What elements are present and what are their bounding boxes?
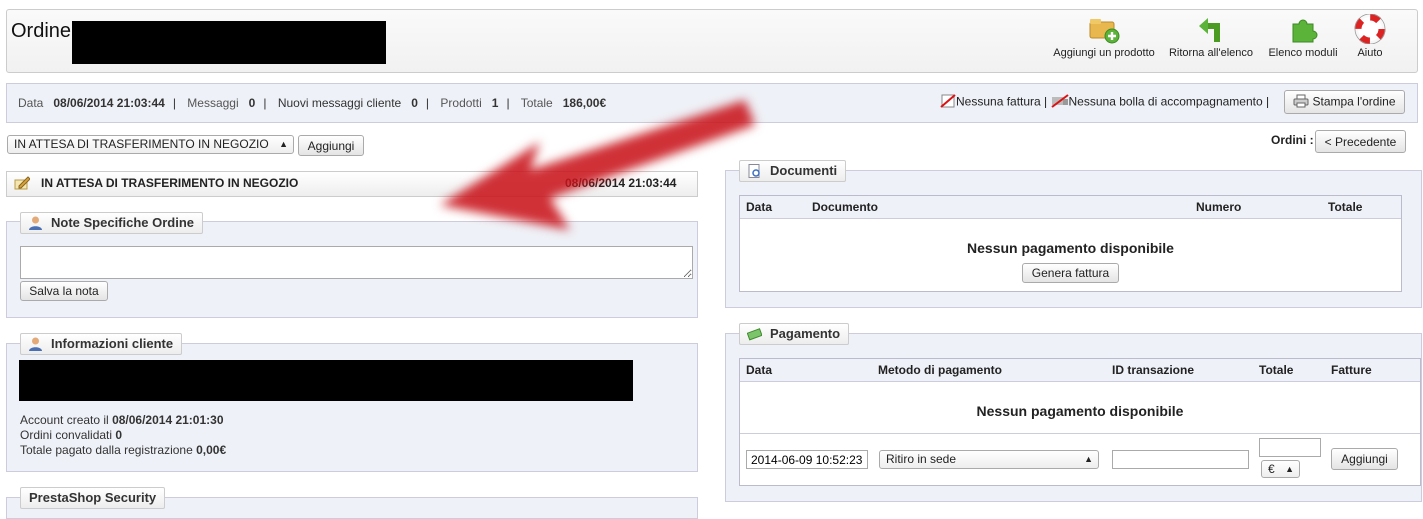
help-button[interactable]: Aiuto xyxy=(1352,13,1388,59)
page-title: Ordine xyxy=(11,20,72,42)
column-date: Data xyxy=(746,363,773,377)
column-invoices: Fatture xyxy=(1331,363,1372,377)
current-status-date: 08/06/2014 21:03:44 xyxy=(565,176,677,190)
products-label: Prodotti xyxy=(440,96,482,110)
order-summary: Data 08/06/2014 21:03:44 | Messaggi 0 | Nu… xyxy=(18,96,607,110)
order-notes-legend: Note Specifiche Ordine xyxy=(20,212,204,234)
payment-method-value: Ritiro in sede xyxy=(886,452,957,466)
documents-legend: Documenti xyxy=(739,160,847,182)
select-arrows-icon: ▲ xyxy=(279,139,288,149)
previous-order-button[interactable]: < Precedente xyxy=(1315,130,1406,153)
no-invoice-icon xyxy=(940,94,956,111)
validated-orders-row: Ordini convalidati 0 xyxy=(20,428,226,443)
payment-table-header: Data Metodo di pagamento ID transazione … xyxy=(740,359,1420,382)
print-order-button[interactable]: Stampa l'ordine xyxy=(1284,90,1405,114)
transaction-id-input[interactable] xyxy=(1112,450,1249,469)
account-created-label: Account creato il xyxy=(20,413,109,427)
save-note-button[interactable]: Salva la nota xyxy=(20,281,108,301)
user-icon xyxy=(28,216,43,230)
puzzle-icon xyxy=(1287,14,1319,44)
lifebuoy-icon xyxy=(1354,13,1386,45)
current-status-label: IN ATTESA DI TRASFERIMENTO IN NEGOZIO xyxy=(41,176,299,190)
select-arrows-icon: ▲ xyxy=(1084,454,1093,464)
add-status-button[interactable]: Aggiungi xyxy=(298,135,364,156)
total-paid-value: 0,00€ xyxy=(196,443,227,457)
generate-invoice-button[interactable]: Genera fattura xyxy=(1022,263,1119,283)
redacted-order-id xyxy=(72,21,386,64)
column-document: Documento xyxy=(812,200,878,214)
products-value: 1 xyxy=(491,96,499,110)
add-payment-button[interactable]: Aggiungi xyxy=(1331,448,1398,470)
payment-legend: Pagamento xyxy=(739,323,850,345)
printer-icon xyxy=(1293,94,1309,111)
customer-stats: Account creato il 08/06/2014 21:01:30 Or… xyxy=(20,413,226,458)
print-order-label: Stampa l'ordine xyxy=(1312,94,1396,109)
back-to-list-label: Ritorna all'elenco xyxy=(1168,47,1254,59)
redacted-customer-name xyxy=(19,360,633,401)
currency-select[interactable]: € ▲ xyxy=(1261,460,1300,478)
customer-info-legend: Informazioni cliente xyxy=(20,333,183,355)
payment-amount-input[interactable] xyxy=(1259,438,1321,457)
payment-method-select[interactable]: Ritiro in sede ▲ xyxy=(879,450,1099,469)
total-label: Totale xyxy=(520,96,553,110)
total-paid-label: Totale pagato dalla registrazione xyxy=(20,443,193,457)
add-product-label: Aggiungi un prodotto xyxy=(1053,47,1155,59)
modules-list-label: Elenco moduli xyxy=(1268,47,1338,59)
add-product-button[interactable]: Aggiungi un prodotto xyxy=(1050,14,1158,59)
documents-title: Documenti xyxy=(770,163,838,178)
add-product-icon xyxy=(1088,14,1120,44)
total-value: 186,00€ xyxy=(562,96,607,110)
back-arrow-icon xyxy=(1195,14,1227,44)
documents-table: Data Documento Numero Totale Nessun paga… xyxy=(739,195,1402,292)
new-messages-value: 0 xyxy=(411,96,418,110)
no-delivery-link[interactable]: Nessuna bolla di accompagnamento xyxy=(1069,95,1263,109)
column-number: Numero xyxy=(1196,200,1242,214)
no-delivery-icon xyxy=(1050,94,1069,111)
select-arrows-icon: ▲ xyxy=(1285,464,1294,474)
modules-list-button[interactable]: Elenco moduli xyxy=(1263,14,1343,59)
customer-info-title: Informazioni cliente xyxy=(51,336,174,351)
documents-table-header: Data Documento Numero Totale xyxy=(740,196,1401,219)
payment-empty-message: Nessun pagamento disponibile xyxy=(976,403,1184,419)
column-total: Totale xyxy=(1259,363,1294,377)
document-icon xyxy=(747,164,762,178)
column-payment-method: Metodo di pagamento xyxy=(878,363,1002,377)
no-invoice-link[interactable]: Nessuna fattura xyxy=(956,95,1041,109)
new-messages-label: Nuovi messaggi cliente xyxy=(277,96,402,110)
help-label: Aiuto xyxy=(1357,47,1383,59)
total-paid-row: Totale pagato dalla registrazione 0,00€ xyxy=(20,443,226,458)
order-notes-textarea[interactable] xyxy=(20,246,693,279)
messages-value: 0 xyxy=(248,96,256,110)
order-notes-title: Note Specifiche Ordine xyxy=(51,215,195,230)
validated-orders-value: 0 xyxy=(115,428,123,442)
column-date: Data xyxy=(746,200,773,214)
validated-orders-label: Ordini convalidati xyxy=(20,428,113,442)
currency-value: € xyxy=(1268,462,1275,476)
date-label: Data xyxy=(18,96,44,110)
security-title: PrestaShop Security xyxy=(29,490,157,505)
documents-status: Nessuna fattura | Nessuna bolla di accom… xyxy=(940,94,1269,111)
messages-label: Messaggi xyxy=(187,96,239,110)
money-icon xyxy=(746,327,763,341)
order-status-value: IN ATTESA DI TRASFERIMENTO IN NEGOZIO xyxy=(14,137,269,151)
payment-title: Pagamento xyxy=(770,326,841,341)
column-transaction-id: ID transazione xyxy=(1112,363,1195,377)
account-created-value: 08/06/2014 21:01:30 xyxy=(112,413,224,427)
payment-form-divider xyxy=(740,433,1420,434)
account-created-row: Account creato il 08/06/2014 21:01:30 xyxy=(20,413,226,428)
order-status-select[interactable]: IN ATTESA DI TRASFERIMENTO IN NEGOZIO ▲ xyxy=(7,135,294,154)
security-legend: PrestaShop Security xyxy=(20,487,166,509)
column-total: Totale xyxy=(1328,200,1363,214)
date-value: 08/06/2014 21:03:44 xyxy=(53,96,165,110)
pencil-icon xyxy=(14,176,31,193)
documents-empty-message: Nessun pagamento disponibile xyxy=(967,240,1174,256)
orders-nav-label: Ordini : xyxy=(1271,133,1314,147)
back-to-list-button[interactable]: Ritorna all'elenco xyxy=(1165,14,1257,59)
user-icon xyxy=(28,337,43,351)
payment-date-input[interactable] xyxy=(746,450,868,469)
